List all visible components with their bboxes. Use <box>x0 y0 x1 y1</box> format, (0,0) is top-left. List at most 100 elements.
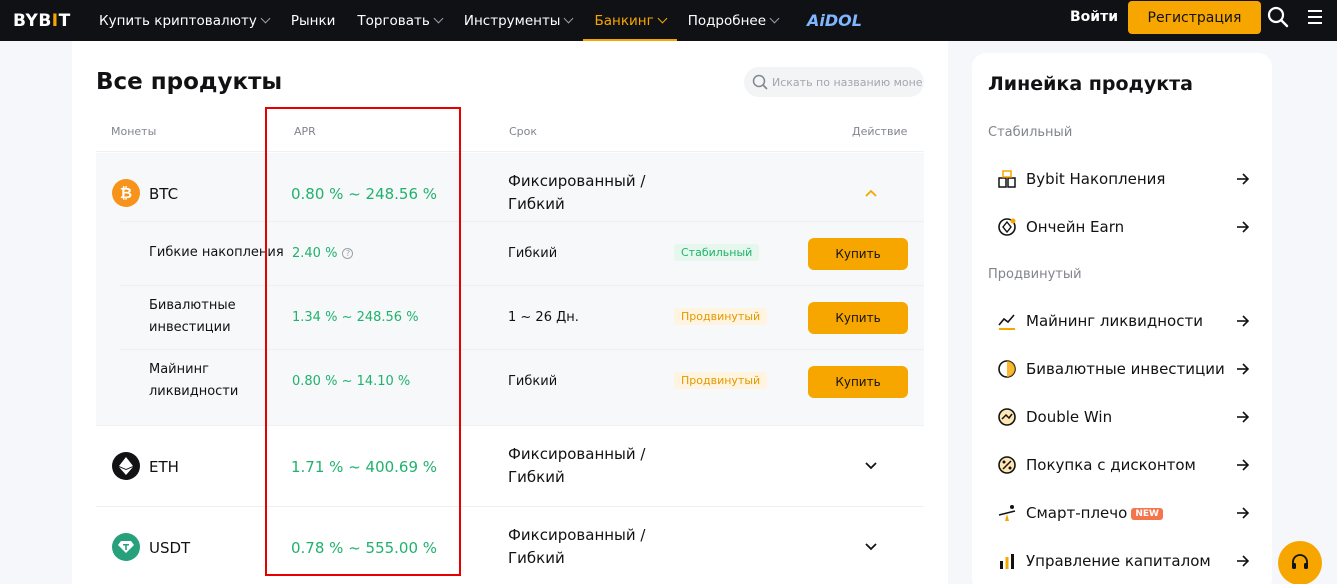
product-label-text: Смарт-плечо <box>1026 504 1128 522</box>
search-box[interactable] <box>744 67 924 97</box>
apr-value: 0.80 % ~ 14.10 % <box>292 374 411 389</box>
nav-trade[interactable]: Торговать <box>346 0 452 41</box>
subproduct-name: Гибкие накопления <box>149 245 284 260</box>
buy-button[interactable]: Купить <box>808 366 908 398</box>
product-line-card: Линейка продукта Стабильный Bybit Накопл… <box>972 53 1272 584</box>
sidebar-title: Линейка продукта <box>988 73 1193 95</box>
product-label: Double Win <box>1026 408 1113 426</box>
apr-range: 0.80 % ~ 248.56 % <box>291 185 438 203</box>
nav-more[interactable]: Подробнее <box>677 0 789 41</box>
arrow-right-icon <box>1237 221 1250 233</box>
arrow-right-icon <box>1237 315 1250 327</box>
column-header-coin[interactable]: Монеты <box>111 125 156 138</box>
subproduct-apr: 2.40 %? <box>292 246 354 261</box>
apr-value: 1.34 % ~ 248.56 % <box>292 310 419 325</box>
eth-icon <box>112 452 140 480</box>
product-link-dual-asset[interactable]: Бивалютные инвестиции <box>996 356 1250 382</box>
buy-button[interactable]: Купить <box>808 302 908 334</box>
info-icon[interactable]: ? <box>342 248 354 259</box>
apr-range: 1.71 % ~ 400.69 % <box>291 458 438 476</box>
product-label: Управление капиталом <box>1026 552 1211 570</box>
wealth-management-icon <box>996 550 1018 572</box>
product-label: Bybit Накопления <box>1026 170 1166 188</box>
arrow-right-icon <box>1237 507 1250 519</box>
term: Фиксированный / Гибкий <box>508 172 646 213</box>
product-label: Ончейн Earn <box>1026 218 1125 236</box>
subproduct-term: 1 ~ 26 Дн. <box>508 310 579 325</box>
arrow-right-icon <box>1237 555 1250 567</box>
nav-buy-crypto[interactable]: Купить криптовалюту <box>88 0 280 41</box>
main-nav: Купить криптовалюту Рынки Торговать Инст… <box>88 0 878 41</box>
subproduct-apr: 1.34 % ~ 248.56 % <box>292 310 419 325</box>
nav-label: Купить криптовалюту <box>99 12 257 29</box>
chevron-down-icon[interactable] <box>865 460 877 472</box>
search-input[interactable] <box>772 75 922 89</box>
subproduct-name: Майнинг ликвидности <box>149 362 239 399</box>
top-navigation-bar: BYBIT Купить криптовалюту Рынки Торговат… <box>0 0 1337 41</box>
buy-button[interactable]: Купить <box>808 238 908 270</box>
subproduct-apr: 0.80 % ~ 14.10 % <box>292 374 410 389</box>
new-badge: NEW <box>1131 508 1163 520</box>
arrow-right-icon <box>1237 363 1250 375</box>
product-link-liquidity-mining[interactable]: Майнинг ликвидности <box>996 308 1250 334</box>
all-products-card: Все продукты Монеты APR Срок Действие ₿ … <box>72 41 948 584</box>
product-link-onchain-earn[interactable]: Ончейн Earn <box>996 214 1250 240</box>
login-link[interactable]: Войти <box>1060 0 1128 34</box>
product-link-discount-buy[interactable]: Покупка с дисконтом <box>996 452 1250 478</box>
btc-icon: ₿ <box>112 179 140 207</box>
subproduct-name: Бивалютные инвестиции <box>149 298 236 335</box>
double-win-icon <box>996 406 1018 428</box>
apr-value: 2.40 % <box>292 246 338 261</box>
search-icon[interactable] <box>1267 6 1289 28</box>
nav-label: Торговать <box>357 12 430 29</box>
search-icon <box>752 74 768 90</box>
product-label: Бивалютные инвестиции <box>1026 360 1225 378</box>
coin-symbol: USDT <box>149 539 191 557</box>
divider <box>96 151 924 152</box>
register-button[interactable]: Регистрация <box>1128 1 1261 34</box>
product-label: Смарт-плечо NEW <box>1026 504 1236 522</box>
arrow-right-icon <box>1237 411 1250 423</box>
divider <box>120 285 924 286</box>
dual-asset-icon <box>996 358 1018 380</box>
usdt-icon <box>112 533 140 561</box>
subproduct-term: Гибкий <box>508 374 558 389</box>
subproduct-term: Гибкий <box>508 246 558 261</box>
aidol-promo-logo[interactable]: AiDOL <box>789 0 878 41</box>
divider <box>120 221 924 222</box>
savings-icon <box>996 168 1018 190</box>
coin-symbol: BTC <box>149 185 179 203</box>
risk-tag: Продвинутый <box>674 308 768 325</box>
chevron-down-icon[interactable] <box>865 541 877 553</box>
term: Фиксированный / Гибкий <box>508 526 646 567</box>
headset-icon <box>1292 554 1308 569</box>
apr-range: 0.78 % ~ 555.00 % <box>291 539 438 557</box>
chevron-up-icon[interactable] <box>865 187 877 199</box>
page-title: Все продукты <box>96 69 283 95</box>
nav-banking[interactable]: Банкинг <box>583 0 677 41</box>
coin-symbol: ETH <box>149 458 179 476</box>
arrow-right-icon <box>1237 459 1250 471</box>
product-link-smart-leverage[interactable]: Смарт-плечо NEW <box>996 500 1250 526</box>
discount-buy-icon <box>996 454 1018 476</box>
section-label: Продвинутый <box>988 267 1082 282</box>
product-label: Майнинг ликвидности <box>1026 312 1203 330</box>
chevron-down-icon <box>260 13 271 24</box>
divider <box>120 349 924 350</box>
column-header-apr[interactable]: APR <box>294 125 316 138</box>
product-link-savings[interactable]: Bybit Накопления <box>996 166 1250 192</box>
chevron-down-icon <box>433 13 444 24</box>
nav-label: Инструменты <box>463 12 561 29</box>
chevron-down-icon <box>657 13 668 24</box>
product-link-wealth-management[interactable]: Управление капиталом <box>996 548 1250 574</box>
column-header-action: Действие <box>852 125 908 138</box>
nav-markets[interactable]: Рынки <box>280 0 347 41</box>
nav-label: Подробнее <box>687 12 767 29</box>
support-chat-button[interactable] <box>1278 541 1322 584</box>
column-header-term[interactable]: Срок <box>509 125 537 138</box>
nav-label: Банкинг <box>594 12 654 29</box>
menu-icon[interactable] <box>1304 6 1326 28</box>
product-link-double-win[interactable]: Double Win <box>996 404 1250 430</box>
bybit-logo[interactable]: BYBIT <box>13 11 71 31</box>
nav-tools[interactable]: Инструменты <box>453 0 584 41</box>
